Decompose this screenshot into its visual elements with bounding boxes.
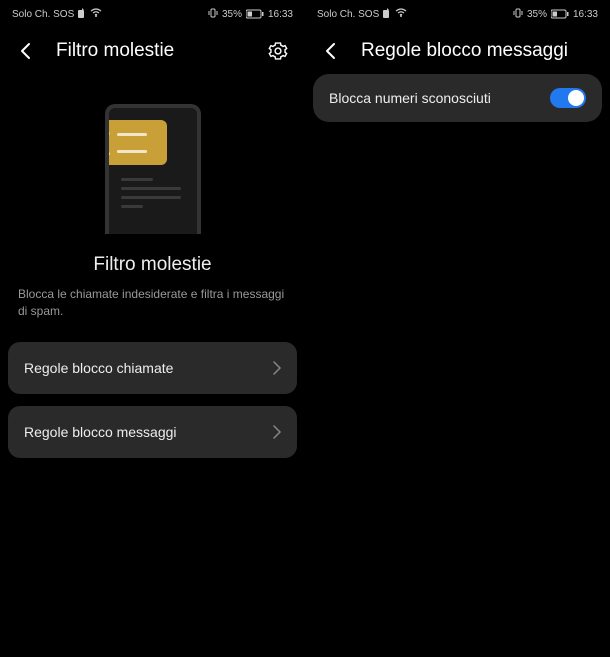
- back-icon[interactable]: [321, 41, 341, 61]
- status-left: Solo Ch. SOS: [12, 8, 102, 21]
- chat-icon: [105, 129, 111, 139]
- vibrate-icon: [513, 8, 523, 21]
- time-label: 16:33: [268, 9, 293, 20]
- status-left: Solo Ch. SOS: [317, 8, 407, 21]
- page-title: Regole blocco messaggi: [361, 40, 594, 62]
- toggle-switch[interactable]: [550, 88, 586, 108]
- status-bar: Solo Ch. SOS 35% 16:33: [0, 0, 305, 28]
- gear-icon[interactable]: [267, 40, 289, 62]
- status-right: 35% 16:33: [208, 8, 293, 21]
- header: Filtro molestie: [0, 28, 305, 74]
- sim-icon: [383, 8, 391, 21]
- chevron-right-icon: [273, 425, 281, 439]
- chevron-right-icon: [273, 361, 281, 375]
- vibrate-icon: [208, 8, 218, 21]
- status-right: 35% 16:33: [513, 8, 598, 21]
- status-bar: Solo Ch. SOS 35% 16:33: [305, 0, 610, 28]
- screen-filter-harassment: Solo Ch. SOS 35% 16:33 Filtro molestie: [0, 0, 305, 657]
- wifi-icon: [395, 8, 407, 21]
- battery-percent: 35%: [222, 9, 242, 20]
- phone-icon: [105, 146, 111, 156]
- option-label: Regole blocco messaggi: [24, 424, 177, 440]
- illustration: [0, 104, 305, 234]
- header: Regole blocco messaggi: [305, 28, 610, 74]
- phone-card-graphic: [105, 120, 167, 165]
- page-title: Filtro molestie: [56, 40, 247, 62]
- carrier-label: Solo Ch. SOS: [12, 9, 74, 20]
- back-icon[interactable]: [16, 41, 36, 61]
- option-label: Regole blocco chiamate: [24, 360, 173, 376]
- battery-percent: 35%: [527, 9, 547, 20]
- screen-message-block-rules: Solo Ch. SOS 35% 16:33 Regole blocco mes…: [305, 0, 610, 657]
- carrier-label: Solo Ch. SOS: [317, 9, 379, 20]
- toggle-label: Blocca numeri sconosciuti: [329, 90, 491, 106]
- option-message-block-rules[interactable]: Regole blocco messaggi: [8, 406, 297, 458]
- sim-icon: [78, 8, 86, 21]
- battery-icon: [246, 9, 264, 19]
- toggle-block-unknown-numbers: Blocca numeri sconosciuti: [313, 74, 602, 122]
- option-call-block-rules[interactable]: Regole blocco chiamate: [8, 342, 297, 394]
- battery-icon: [551, 9, 569, 19]
- time-label: 16:33: [573, 9, 598, 20]
- phone-frame-graphic: [105, 104, 201, 234]
- wifi-icon: [90, 8, 102, 21]
- toggle-knob: [568, 90, 584, 106]
- section-title: Filtro molestie: [0, 254, 305, 276]
- section-description: Blocca le chiamate indesiderate e filtra…: [0, 286, 305, 320]
